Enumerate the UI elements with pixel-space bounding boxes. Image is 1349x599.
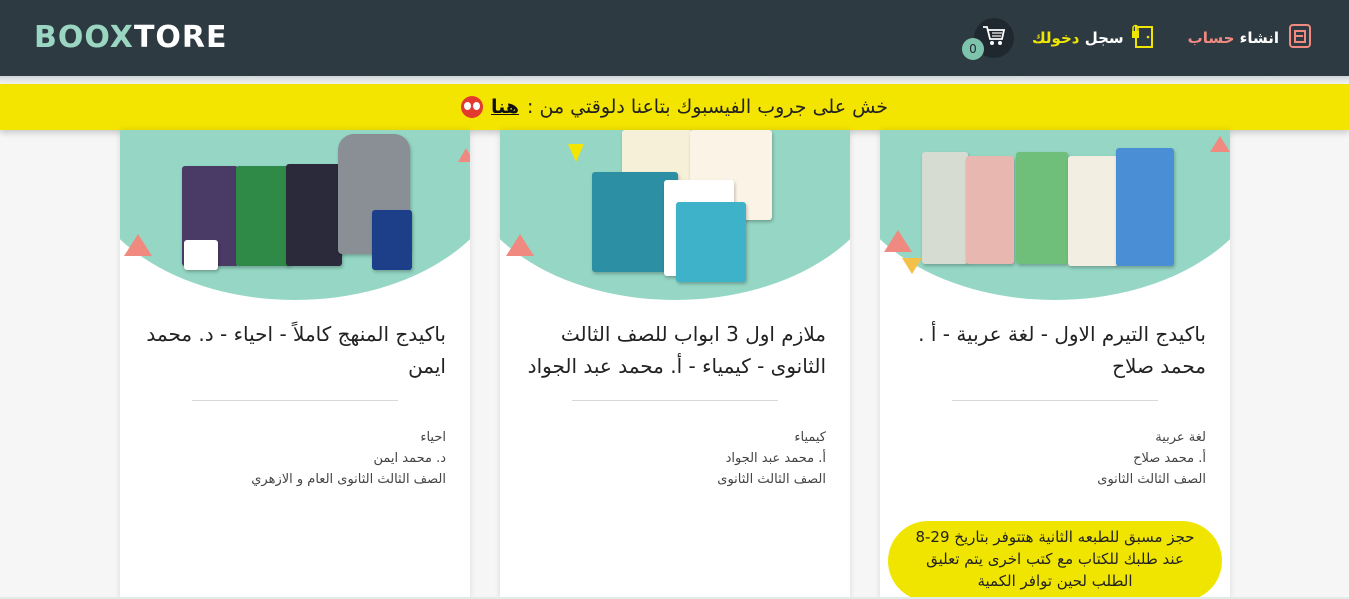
login-link[interactable]: سجل دخولك: [1032, 22, 1158, 54]
divider: [572, 400, 778, 401]
product-subject: احياء: [420, 430, 446, 445]
product-teacher: د. محمد ايمن: [373, 451, 446, 466]
header-shadow: [0, 76, 1349, 84]
product-card[interactable]: باكيدج التيرم الاول - لغة عربية - أ . مح…: [880, 130, 1230, 599]
site-header: BOOXTORE 0 سجل دخولك انشاء حساب: [0, 0, 1349, 76]
product-image[interactable]: [880, 130, 1230, 301]
eyes-emoji-icon: [460, 96, 483, 118]
product-meta: كيمياء أ. محمد عبد الجواد الصف الثالث ال…: [526, 427, 826, 490]
product-meta: لغة عربية أ. محمد صلاح الصف الثالث الثان…: [906, 427, 1206, 490]
product-grade: الصف الثالث الثانوى: [717, 472, 826, 487]
product-image[interactable]: [120, 130, 470, 301]
cart-icon: [982, 25, 1006, 51]
product-title[interactable]: ملازم اول 3 ابواب للصف الثالث الثانوى - …: [521, 318, 826, 382]
cart-button[interactable]: 0: [961, 18, 1014, 60]
banner-link[interactable]: هنا: [491, 96, 519, 118]
preorder-note: حجز مسبق للطبعه الثانية هتتوفر بتاريخ 29…: [888, 521, 1222, 599]
signup-link[interactable]: انشاء حساب: [1188, 22, 1313, 54]
product-card[interactable]: باكيدج المنهج كاملاً - احياء - د. محمد ا…: [120, 130, 470, 599]
product-image[interactable]: [500, 130, 850, 301]
product-meta: احياء د. محمد ايمن الصف الثالث الثانوى ا…: [146, 427, 446, 490]
user-add-icon: [1287, 22, 1313, 54]
signup-label: انشاء حساب: [1187, 29, 1279, 47]
product-title[interactable]: باكيدج المنهج كاملاً - احياء - د. محمد ا…: [141, 318, 446, 382]
logo[interactable]: BOOXTORE: [34, 20, 228, 55]
banner-text: خش على جروب الفيسبوك بتاعنا دلوقتي من :: [527, 96, 889, 118]
product-teacher: أ. محمد عبد الجواد: [725, 451, 826, 466]
product-subject: كيمياء: [794, 430, 826, 445]
announcement-banner: خش على جروب الفيسبوك بتاعنا دلوقتي من : …: [0, 84, 1349, 130]
product-subject: لغة عربية: [1155, 430, 1206, 445]
divider: [952, 400, 1158, 401]
product-title[interactable]: باكيدج التيرم الاول - لغة عربية - أ . مح…: [901, 318, 1206, 382]
product-grade: الصف الثالث الثانوى: [1097, 472, 1206, 487]
product-card[interactable]: ملازم اول 3 ابواب للصف الثالث الثانوى - …: [500, 130, 850, 599]
lock-icon: [1130, 22, 1158, 54]
header-nav: 0 سجل دخولك انشاء حساب: [961, 18, 1313, 60]
login-label: سجل دخولك: [1031, 29, 1124, 47]
cart-count-badge: 0: [961, 38, 984, 60]
product-teacher: أ. محمد صلاح: [1133, 451, 1206, 466]
divider: [192, 400, 398, 401]
product-grade: الصف الثالث الثانوى العام و الازهري: [251, 472, 446, 487]
